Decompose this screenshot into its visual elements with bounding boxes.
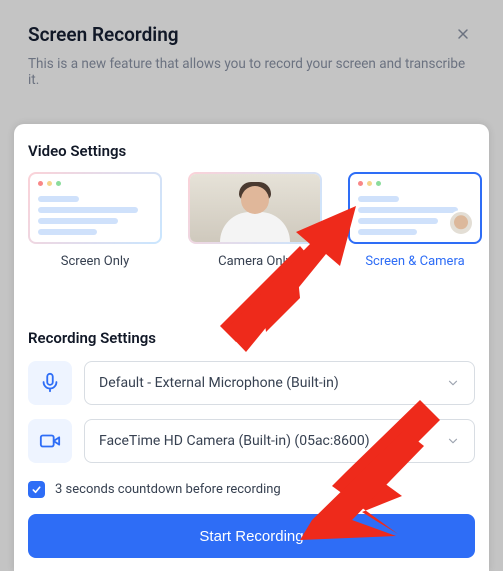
camera-icon — [39, 430, 61, 452]
option-screen-only[interactable]: Screen Only — [28, 172, 162, 269]
option-label: Screen Only — [61, 254, 129, 269]
avatar-icon — [448, 210, 474, 236]
close-button[interactable] — [451, 22, 475, 46]
chevron-down-icon — [446, 434, 460, 448]
option-label: Screen & Camera — [365, 254, 464, 269]
check-icon — [31, 484, 42, 495]
page-subtitle: This is a new feature that allows you to… — [28, 56, 475, 88]
settings-panel: Video Settings Screen Only Camer — [14, 124, 489, 571]
camera-row: FaceTime HD Camera (Built-in) (05ac:8600… — [28, 419, 475, 463]
modal-header: Screen Recording This is a new feature t… — [0, 0, 503, 104]
microphone-icon — [39, 372, 61, 394]
microphone-row: Default - External Microphone (Built-in) — [28, 361, 475, 405]
option-camera-only[interactable]: Camera Only — [188, 172, 322, 269]
video-options: Screen Only Camera Only — [28, 172, 475, 269]
chevron-down-icon — [446, 376, 460, 390]
recording-settings-title: Recording Settings — [28, 329, 475, 347]
countdown-checkbox[interactable] — [28, 481, 45, 498]
camera-only-thumb — [188, 172, 322, 244]
option-screen-and-camera[interactable]: Screen & Camera — [348, 172, 482, 269]
page-title: Screen Recording — [28, 23, 179, 46]
countdown-label: 3 seconds countdown before recording — [55, 482, 281, 497]
microphone-value: Default - External Microphone (Built-in) — [99, 375, 339, 391]
countdown-row: 3 seconds countdown before recording — [28, 481, 475, 498]
camera-select[interactable]: FaceTime HD Camera (Built-in) (05ac:8600… — [84, 419, 475, 463]
close-icon — [455, 26, 471, 42]
microphone-select[interactable]: Default - External Microphone (Built-in) — [84, 361, 475, 405]
camera-value: FaceTime HD Camera (Built-in) (05ac:8600… — [99, 433, 370, 449]
video-settings-title: Video Settings — [28, 142, 475, 160]
start-recording-button[interactable]: Start Recording — [28, 514, 475, 558]
screen-camera-thumb — [348, 172, 482, 244]
microphone-icon-box — [28, 361, 72, 405]
screen-only-thumb — [28, 172, 162, 244]
option-label: Camera Only — [218, 254, 292, 269]
camera-icon-box — [28, 419, 72, 463]
